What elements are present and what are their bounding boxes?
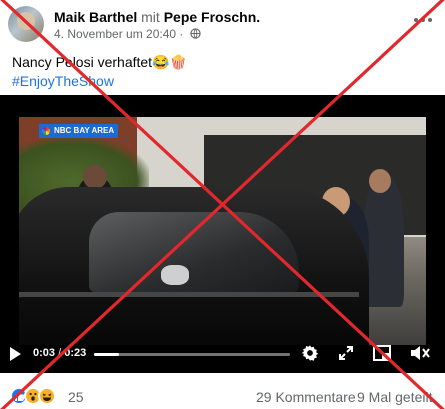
car-mirror <box>161 265 189 285</box>
hashtag-link[interactable]: #EnjoyTheShow <box>12 71 114 91</box>
video-player[interactable]: NBC BAY AREA 0:03 / 0:23 <box>0 95 445 373</box>
dot-icon <box>414 18 418 22</box>
reaction-count[interactable]: 25 <box>68 389 84 405</box>
globe-icon <box>190 28 201 39</box>
progress-fill <box>94 353 120 356</box>
post-footer: 25 29 Kommentare 9 Mal geteilt <box>0 380 445 409</box>
more-options-button[interactable] <box>411 12 435 28</box>
person-head <box>369 169 391 193</box>
reaction-icons[interactable] <box>10 387 62 405</box>
meta-separator: · <box>179 27 184 41</box>
post-timestamp[interactable]: 4. November um 20:40 <box>54 27 176 41</box>
mute-icon[interactable] <box>410 344 430 362</box>
author-line: Maik Barthel mit Pepe Froschn. <box>54 8 260 26</box>
person <box>364 177 404 307</box>
current-time: 0:03 <box>33 347 56 359</box>
progress-bar[interactable] <box>94 353 290 356</box>
dot-icon <box>421 18 425 22</box>
haha-icon <box>38 387 56 405</box>
person-head <box>83 165 107 189</box>
fullscreen-icon[interactable] <box>338 345 354 361</box>
author-name[interactable]: Maik Barthel <box>54 9 137 25</box>
post-header: Maik Barthel mit Pepe Froschn. 4. Novemb… <box>8 6 445 42</box>
tagged-name[interactable]: Pepe Froschn. <box>164 9 260 25</box>
time-separator: / <box>58 347 62 359</box>
car-trim <box>19 292 359 297</box>
video-time: 0:03 / 0:23 <box>33 347 86 359</box>
post-text: Nancy Pelosi verhaftet😂🍿 <box>12 54 187 70</box>
share-count[interactable]: 9 Mal geteilt <box>357 389 432 405</box>
duration: 0:23 <box>64 347 87 359</box>
dot-icon <box>428 18 432 22</box>
play-icon[interactable] <box>10 347 21 361</box>
avatar[interactable] <box>8 6 44 42</box>
with-label: mit <box>141 9 160 25</box>
post-meta: 4. November um 20:40 · <box>54 26 201 42</box>
car-window <box>89 212 299 292</box>
channel-tag: NBC BAY AREA <box>39 124 119 138</box>
gear-icon[interactable] <box>301 344 319 362</box>
video-controls: 0:03 / 0:23 <box>0 340 445 370</box>
comment-count[interactable]: 29 Kommentare <box>256 389 356 405</box>
picture-in-picture-icon[interactable] <box>373 345 391 361</box>
video-frame[interactable]: NBC BAY AREA <box>19 117 426 345</box>
